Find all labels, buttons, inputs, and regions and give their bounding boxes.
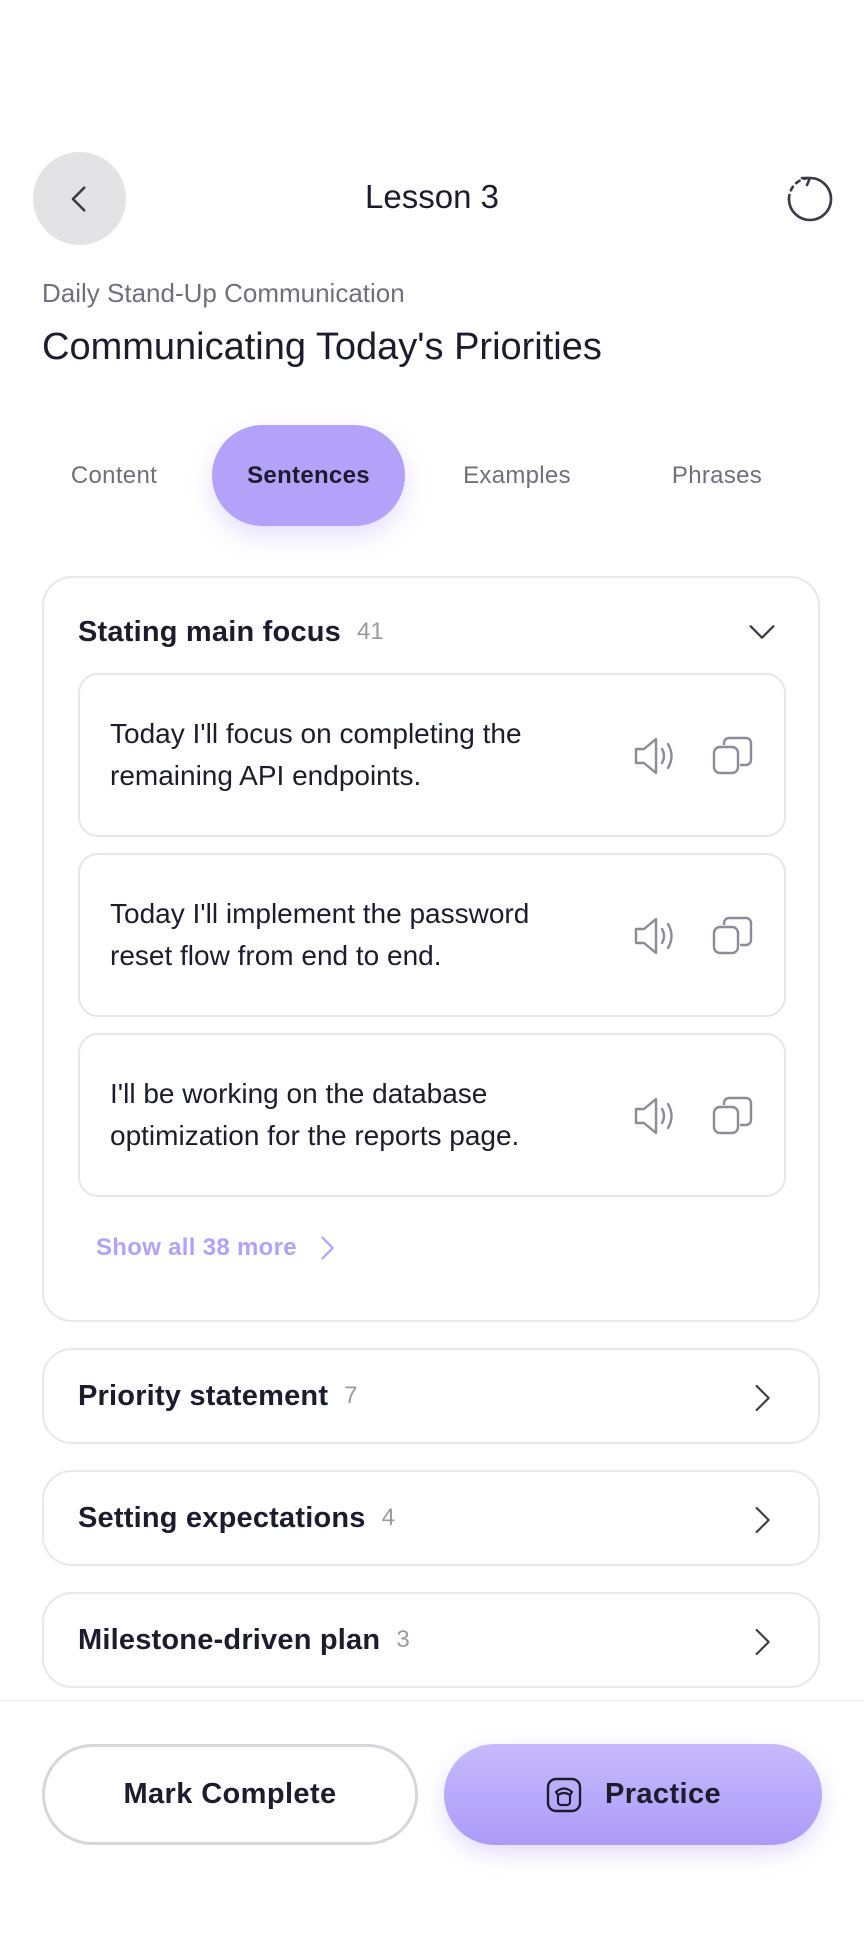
chevron-right-icon (740, 1620, 784, 1664)
lesson-title: Communicating Today's Priorities (42, 326, 602, 368)
copy-icon[interactable] (708, 1091, 758, 1141)
group-count: 41 (357, 618, 384, 645)
sentence-group-open: Stating main focus 41 Today I'll focus o… (42, 576, 820, 1322)
chevron-right-icon (321, 1236, 334, 1260)
sentence-text: I'll be working on the database optimiza… (110, 1078, 520, 1151)
bottom-action-bar: Mark Complete Practice (0, 1700, 864, 1939)
copy-icon[interactable] (708, 911, 758, 961)
page-title: Lesson 3 (365, 178, 499, 215)
group-label: Milestone-driven plan (78, 1623, 381, 1656)
sentence-card: Today I'll focus on completing the remai… (78, 673, 786, 837)
tab-bar: Content Sentences Examples Phrases (42, 425, 822, 526)
chevron-right-icon (740, 1376, 784, 1420)
sentence-text: Today I'll implement the password reset … (110, 898, 530, 971)
practice-button[interactable]: Practice (444, 1744, 822, 1845)
show-more-label: Show all 38 more (96, 1234, 297, 1261)
speaker-icon[interactable] (630, 1091, 680, 1141)
sentence-group-collapsed[interactable]: Priority statement 7 (42, 1348, 820, 1444)
reset-icon (787, 176, 833, 222)
speaker-icon[interactable] (630, 911, 680, 961)
copy-icon[interactable] (708, 731, 758, 781)
practice-label: Practice (604, 1778, 722, 1810)
tab-sentences[interactable]: Sentences (212, 425, 405, 526)
sentence-group-collapsed[interactable]: Setting expectations 4 (42, 1470, 820, 1566)
tab-phrases[interactable]: Phrases (632, 425, 802, 526)
sentence-text: Today I'll focus on completing the remai… (110, 718, 522, 791)
group-count: 3 (396, 1626, 410, 1653)
tab-content[interactable]: Content (42, 425, 186, 526)
sentence-card: Today I'll implement the password reset … (78, 853, 786, 1017)
group-count: 4 (381, 1504, 395, 1531)
chevron-down-icon[interactable] (740, 610, 784, 654)
group-count: 7 (344, 1382, 358, 1409)
speaker-icon[interactable] (630, 731, 680, 781)
chevron-right-icon (740, 1498, 784, 1542)
reset-button[interactable] (784, 173, 836, 225)
show-more-link[interactable]: Show all 38 more (96, 1234, 341, 1262)
mark-complete-button[interactable]: Mark Complete (42, 1744, 418, 1845)
sentence-card: I'll be working on the database optimiza… (78, 1033, 786, 1197)
group-label: Stating main focus (78, 615, 342, 648)
practice-icon (546, 1777, 582, 1812)
group-label: Priority statement (78, 1379, 329, 1412)
tab-examples[interactable]: Examples (432, 425, 602, 526)
group-header[interactable]: Stating main focus 41 (78, 610, 784, 654)
lesson-screen: Lesson 3 Daily Stand-Up Communication Co… (0, 0, 864, 1939)
sentence-group-collapsed[interactable]: Milestone-driven plan 3 (42, 1592, 820, 1688)
group-label: Setting expectations (78, 1501, 366, 1534)
course-name: Daily Stand-Up Communication (42, 278, 405, 308)
